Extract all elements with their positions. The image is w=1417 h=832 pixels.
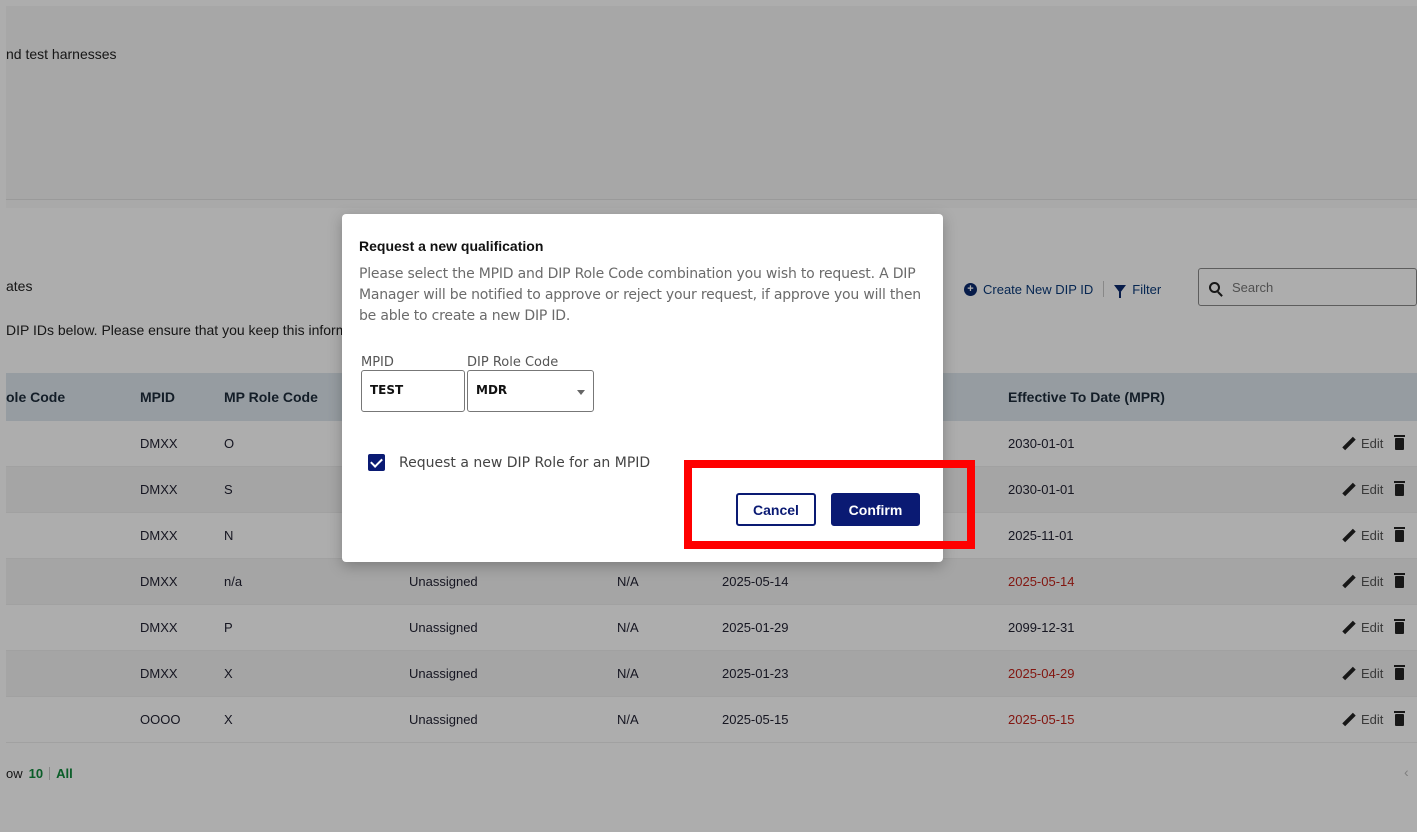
request-new-role-checkbox[interactable] <box>368 454 385 471</box>
dip-role-code-select[interactable]: MDR <box>467 370 594 412</box>
annotation-highlight-box <box>684 460 975 549</box>
mpid-label: MPID <box>361 355 394 370</box>
request-new-role-option[interactable]: Request a new DIP Role for an MPID <box>368 454 650 471</box>
chevron-down-icon <box>577 390 585 395</box>
dialog-description: Please select the MPID and DIP Role Code… <box>359 266 921 324</box>
mpid-field[interactable]: TEST <box>361 370 465 412</box>
dip-role-code-label: DIP Role Code <box>467 355 559 370</box>
dialog-title: Request a new qualification <box>359 238 544 254</box>
request-new-role-label: Request a new DIP Role for an MPID <box>399 454 651 471</box>
dip-role-code-value: MDR <box>476 383 508 397</box>
